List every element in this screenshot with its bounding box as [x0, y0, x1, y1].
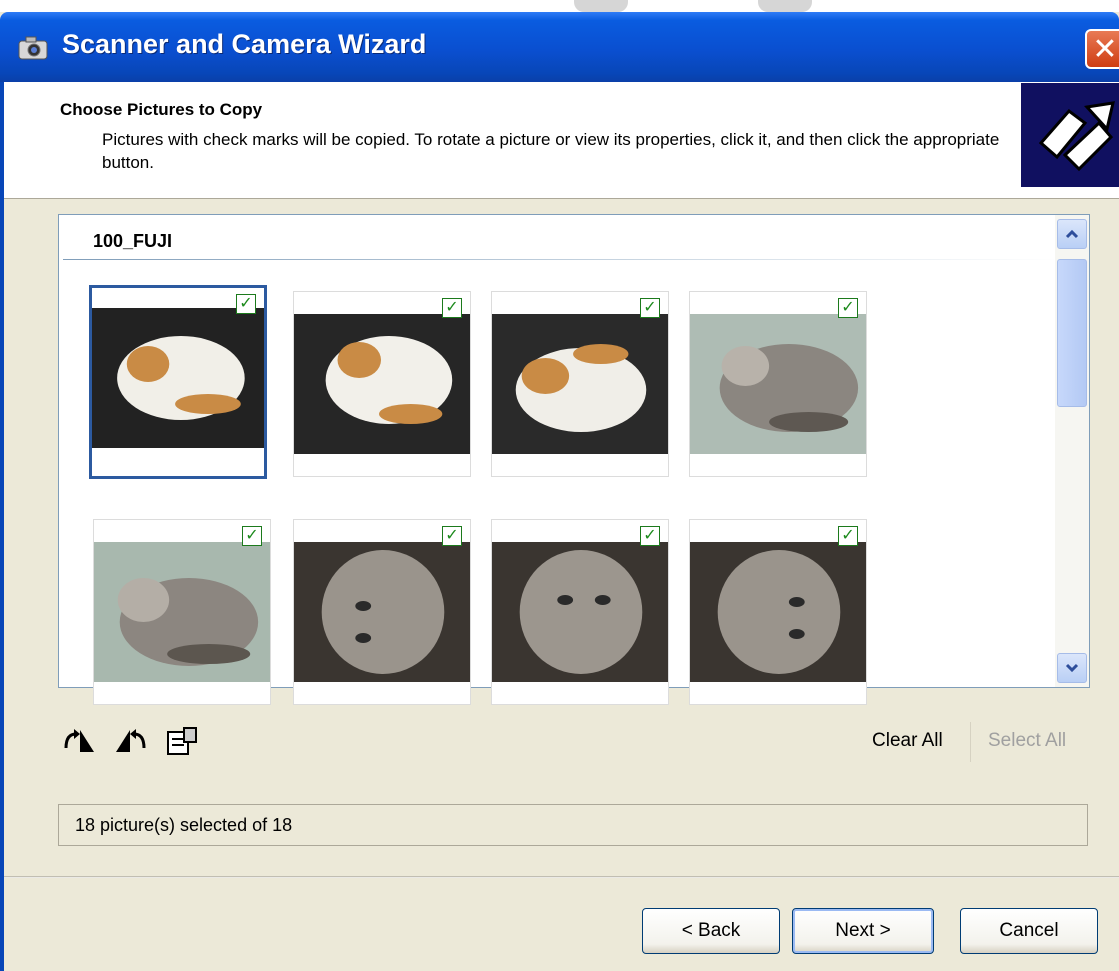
- wizard-logo-icon: [1021, 83, 1119, 187]
- thumbnail[interactable]: ✓: [89, 285, 267, 479]
- photo-cat: [690, 314, 866, 454]
- checkbox-checked[interactable]: ✓: [640, 526, 660, 546]
- thumbnail[interactable]: ✓: [491, 291, 669, 477]
- thumbnail[interactable]: ✓: [293, 519, 471, 705]
- desktop-shape: [574, 0, 628, 12]
- photo-cat: [92, 308, 264, 448]
- rotate-counterclockwise-icon[interactable]: [112, 726, 148, 756]
- photo-cat: [492, 542, 668, 682]
- wizard-header: Choose Pictures to Copy Pictures with ch…: [4, 82, 1119, 199]
- checkbox-checked[interactable]: ✓: [640, 298, 660, 318]
- thumbnail[interactable]: ✓: [689, 519, 867, 705]
- photo-cat: [94, 542, 270, 682]
- scroll-up-button[interactable]: [1057, 219, 1087, 249]
- properties-icon[interactable]: [164, 726, 200, 756]
- title-bar[interactable]: Scanner and Camera Wizard ✕: [0, 12, 1119, 82]
- window-title: Scanner and Camera Wizard: [62, 29, 427, 59]
- photo-cat: [492, 314, 668, 454]
- photo-cat: [294, 542, 470, 682]
- back-button[interactable]: < Back: [642, 908, 780, 954]
- checkbox-checked[interactable]: ✓: [442, 298, 462, 318]
- footer-divider: [4, 876, 1119, 878]
- select-all-button[interactable]: Select All: [988, 730, 1066, 752]
- status-bar: 18 picture(s) selected of 18: [58, 804, 1088, 846]
- camera-icon: [18, 36, 48, 60]
- cancel-button[interactable]: Cancel: [960, 908, 1098, 954]
- chevron-down-icon: [1065, 663, 1079, 673]
- thumbnail[interactable]: ✓: [689, 291, 867, 477]
- thumbnail[interactable]: ✓: [293, 291, 471, 477]
- scroll-down-button[interactable]: [1057, 653, 1087, 683]
- desktop-shape: [758, 0, 812, 12]
- thumbnail-list[interactable]: 100_FUJI ✓ ✓ ✓ ✓ ✓ ✓ ✓ ✓: [58, 214, 1090, 705]
- window-frame: [0, 82, 4, 971]
- checkbox-checked[interactable]: ✓: [236, 294, 256, 314]
- photo-cat: [294, 314, 470, 454]
- checkbox-checked[interactable]: ✓: [242, 526, 262, 546]
- folder-divider: [63, 259, 1057, 260]
- photo-cat: [690, 542, 866, 682]
- rotate-clockwise-icon[interactable]: [62, 726, 98, 756]
- checkbox-checked[interactable]: ✓: [838, 298, 858, 318]
- scroll-thumb[interactable]: [1057, 259, 1087, 407]
- page-title: Choose Pictures to Copy: [60, 100, 263, 119]
- thumbnail[interactable]: ✓: [491, 519, 669, 705]
- checkbox-checked[interactable]: ✓: [442, 526, 462, 546]
- close-button[interactable]: ✕: [1085, 29, 1119, 69]
- checkbox-checked[interactable]: ✓: [838, 526, 858, 546]
- clear-all-button[interactable]: Clear All: [872, 730, 943, 752]
- next-button[interactable]: Next >: [792, 908, 934, 954]
- page-subtitle: Pictures with check marks will be copied…: [102, 130, 1000, 172]
- folder-label: 100_FUJI: [93, 231, 173, 251]
- vertical-scrollbar[interactable]: [1055, 215, 1089, 687]
- desktop-strip: [0, 0, 1119, 12]
- thumbnail[interactable]: ✓: [93, 519, 271, 705]
- chevron-up-icon: [1065, 229, 1079, 239]
- toolbar-separator: [970, 722, 971, 762]
